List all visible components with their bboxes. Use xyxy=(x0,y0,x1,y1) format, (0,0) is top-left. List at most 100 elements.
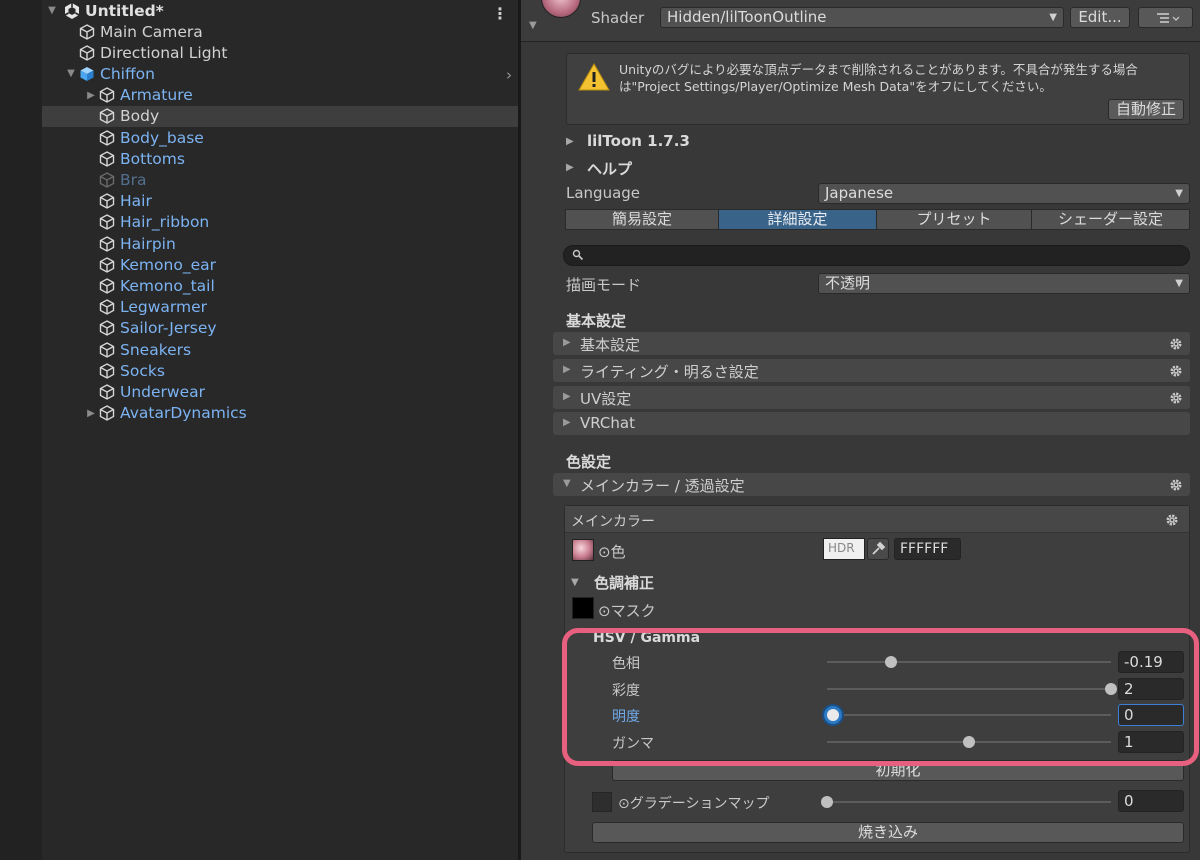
language-dropdown[interactable]: Japanese ▼ xyxy=(818,183,1190,204)
hierarchy-item[interactable]: ▼ Chiffon xyxy=(42,63,518,84)
chevron-right-icon: ▶ xyxy=(563,417,571,429)
hierarchy-gutter xyxy=(0,0,42,860)
chevron-down-icon[interactable]: ▼ xyxy=(571,577,579,588)
eyedropper-button[interactable] xyxy=(867,538,889,560)
chevron-right-icon: ▶ xyxy=(563,363,571,375)
gear-icon[interactable] xyxy=(1169,364,1183,378)
tab-3[interactable]: シェーダー設定 xyxy=(1031,209,1190,230)
hierarchy-item[interactable]: Kemono_ear xyxy=(42,254,518,275)
hierarchy-item[interactable]: Hair_ribbon xyxy=(42,212,518,233)
edit-shader-button[interactable]: Edit... xyxy=(1070,7,1130,28)
chevron-right-icon[interactable]: ▶ xyxy=(84,406,98,420)
gameobject-cube-icon xyxy=(99,108,115,125)
scene-name: Untitled* xyxy=(85,1,164,20)
gradation-slider-track[interactable] xyxy=(827,801,1111,803)
gradation-map-texture-thumbnail[interactable] xyxy=(592,792,612,812)
liltoon-version-foldout[interactable]: lilToon 1.7.3 xyxy=(587,132,690,150)
hierarchy-item[interactable]: Body_base xyxy=(42,127,518,148)
gear-icon[interactable] xyxy=(1169,391,1183,405)
chevron-down-icon: ▼ xyxy=(1175,188,1183,199)
shader-label: Shader xyxy=(591,9,645,27)
hierarchy-item[interactable]: Hair xyxy=(42,191,518,212)
tab-0[interactable]: 簡易設定 xyxy=(565,209,719,230)
foldout-spacer xyxy=(84,131,98,145)
auto-fix-button[interactable]: 自動修正 xyxy=(1108,99,1184,120)
tab-1[interactable]: 詳細設定 xyxy=(718,209,877,230)
section-foldout[interactable]: ▶ 基本設定 xyxy=(553,332,1190,355)
hierarchy-item[interactable]: Socks xyxy=(42,360,518,381)
chevron-down-icon[interactable]: ▼ xyxy=(45,4,59,18)
warning-icon xyxy=(578,62,610,91)
gameobject-cube-icon xyxy=(99,320,115,337)
chevron-right-icon[interactable]: ▶ xyxy=(566,162,574,173)
section-foldout[interactable]: ▶ UV設定 xyxy=(553,385,1190,409)
hierarchy-item[interactable]: Legwarmer xyxy=(42,297,518,318)
foldout-spacer xyxy=(84,173,98,187)
color-settings-header: 色設定 xyxy=(566,453,612,471)
hierarchy-item-label: Socks xyxy=(120,361,165,380)
chevron-right-icon[interactable]: ▶ xyxy=(84,88,98,102)
hierarchy-item-label: Sneakers xyxy=(120,340,192,359)
hierarchy-item-label: Bottoms xyxy=(120,149,185,168)
main-color-section-label: メインカラー / 透過設定 xyxy=(580,477,745,495)
search-input[interactable] xyxy=(563,245,1190,266)
section-label: ライティング・明るさ設定 xyxy=(580,362,759,381)
gear-icon[interactable] xyxy=(1169,478,1183,492)
hierarchy-item[interactable]: Body xyxy=(42,105,518,127)
gradation-value-field[interactable]: 0 xyxy=(1118,790,1184,812)
bake-button[interactable]: 焼き込み xyxy=(592,822,1184,843)
hierarchy-item[interactable]: Bra xyxy=(42,169,518,190)
tab-2[interactable]: プリセット xyxy=(876,209,1032,230)
chevron-right-icon[interactable]: › xyxy=(506,66,512,84)
gameobject-cube-icon xyxy=(99,256,115,273)
hierarchy-item[interactable]: Sailor-Jersey xyxy=(42,318,518,339)
chevron-right-icon[interactable]: ▶ xyxy=(566,136,574,147)
main-color-section-foldout[interactable]: ▼ メインカラー / 透過設定 xyxy=(553,473,1190,496)
hierarchy-item-label: AvatarDynamics xyxy=(120,404,247,423)
hierarchy-item[interactable]: Main Camera xyxy=(42,21,518,42)
gradation-slider-knob[interactable] xyxy=(821,796,833,808)
hierarchy-item[interactable]: Sneakers xyxy=(42,339,518,360)
annotation-highlight xyxy=(562,628,1199,766)
main-color-box-header: メインカラー xyxy=(565,506,1189,533)
hierarchy-item[interactable]: Bottoms xyxy=(42,148,518,169)
gear-icon[interactable] xyxy=(1169,337,1183,351)
gameobject-cube-icon xyxy=(99,362,115,379)
color-property-label: ⊙色 xyxy=(598,543,626,561)
hierarchy-item[interactable]: Directional Light xyxy=(42,42,518,63)
hierarchy-item[interactable]: Underwear xyxy=(42,381,518,402)
hierarchy-item[interactable]: ▶ Armature xyxy=(42,85,518,106)
section-foldout[interactable]: ▶ ライティング・明るさ設定 xyxy=(553,358,1190,382)
list-options-button[interactable] xyxy=(1138,7,1193,28)
gear-icon[interactable] xyxy=(1165,513,1179,527)
search-icon xyxy=(572,249,584,261)
section-label: 基本設定 xyxy=(580,336,641,354)
scene-row[interactable]: ▼ Untitled* xyxy=(42,0,518,21)
hex-color-field[interactable]: FFFFFF xyxy=(894,538,961,560)
shader-dropdown[interactable]: Hidden/lilToonOutline ▼ xyxy=(660,7,1064,28)
foldout-spacer xyxy=(84,109,98,123)
warning-text: Unityのバグにより必要な頂点データまで削除されることがあります。不具合が発生… xyxy=(619,62,1138,94)
gameobject-cube-icon xyxy=(99,150,115,167)
shader-value: Hidden/lilToonOutline xyxy=(667,8,827,26)
chevron-down-icon[interactable]: ▼ xyxy=(529,20,537,31)
hierarchy-item[interactable]: ▶ AvatarDynamics xyxy=(42,403,518,424)
hierarchy-item-label: Bra xyxy=(120,170,147,189)
gameobject-cube-icon xyxy=(99,193,115,209)
gameobject-cube-icon xyxy=(99,299,115,315)
foldout-spacer xyxy=(84,237,98,251)
hierarchy-item[interactable]: Hairpin xyxy=(42,233,518,254)
color-correction-foldout[interactable]: 色調補正 xyxy=(594,572,654,593)
color-swatch[interactable]: HDR xyxy=(823,538,865,560)
render-mode-dropdown[interactable]: 不透明 ▼ xyxy=(818,273,1190,294)
help-foldout[interactable]: ヘルプ xyxy=(587,158,632,179)
gameobject-cube-icon xyxy=(99,405,115,421)
chevron-down-icon[interactable]: ▼ xyxy=(64,67,78,81)
gameobject-cube-icon xyxy=(99,341,115,358)
foldout-spacer xyxy=(84,321,98,335)
render-mode-label: 描画モード xyxy=(566,276,642,294)
section-foldout[interactable]: ▶ VRChat xyxy=(553,412,1190,436)
mask-texture-thumbnail[interactable] xyxy=(572,597,594,619)
main-texture-thumbnail[interactable] xyxy=(572,539,594,561)
hierarchy-item[interactable]: Kemono_tail xyxy=(42,275,518,296)
